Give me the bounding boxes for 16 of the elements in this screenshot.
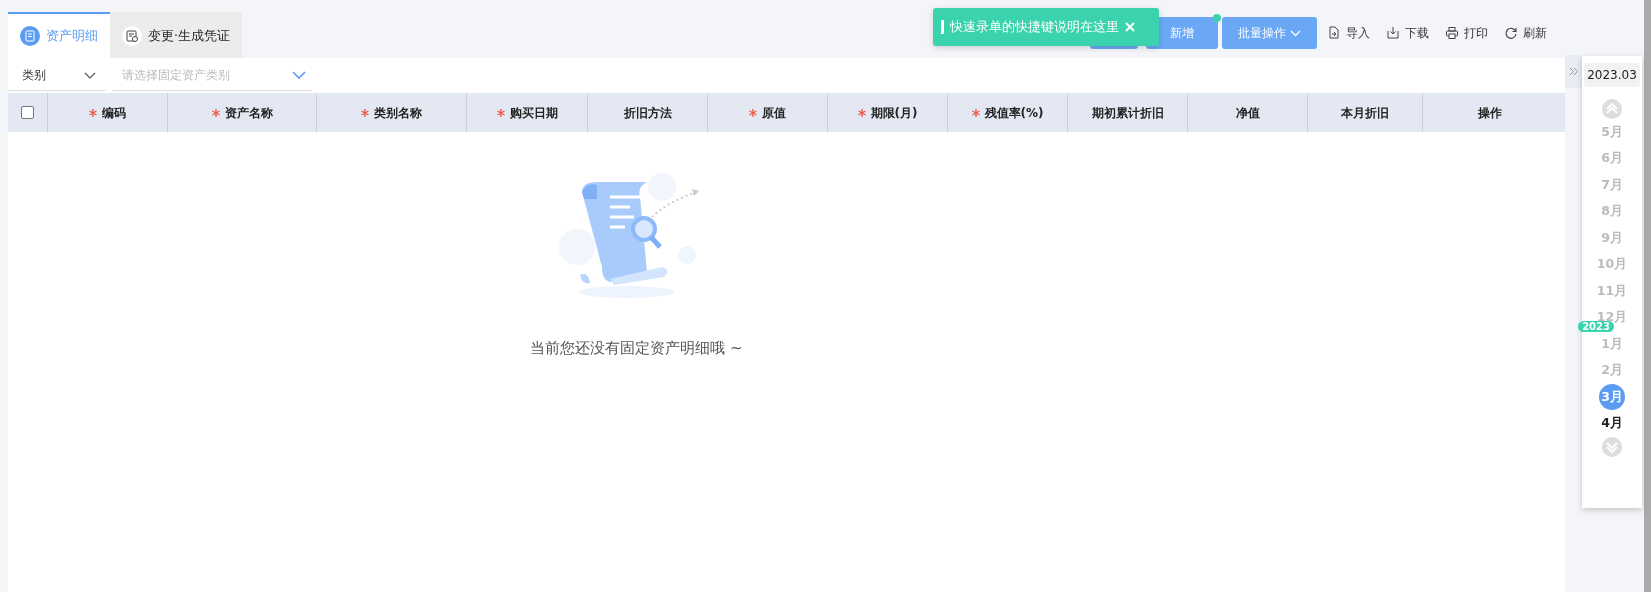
column-header: 操作 <box>1477 104 1503 122</box>
column-header: 期初累计折旧 <box>1068 93 1188 132</box>
column-label: 期限(月) <box>870 104 918 122</box>
column-header: 本月折旧 <box>1308 93 1423 132</box>
toast: 快速录单的快捷键说明在这里 <box>933 8 1159 46</box>
year-tooltip: 2023 <box>1578 320 1614 332</box>
column-label: 残值率(%) <box>984 104 1044 122</box>
current-period: 2023.03 <box>1584 63 1640 87</box>
column-label: 原值 <box>762 104 786 122</box>
column-label: 类别名称 <box>374 104 422 122</box>
column-header: 净值 <box>1188 93 1308 132</box>
empty-message: 当前您还没有固定资产明细哦 ~ <box>530 338 743 359</box>
column-label: 资产名称 <box>224 104 273 122</box>
column-header: 折旧方法 <box>588 93 708 132</box>
column-label: 购买日期 <box>509 104 558 122</box>
column-label: 编码 <box>102 104 126 122</box>
